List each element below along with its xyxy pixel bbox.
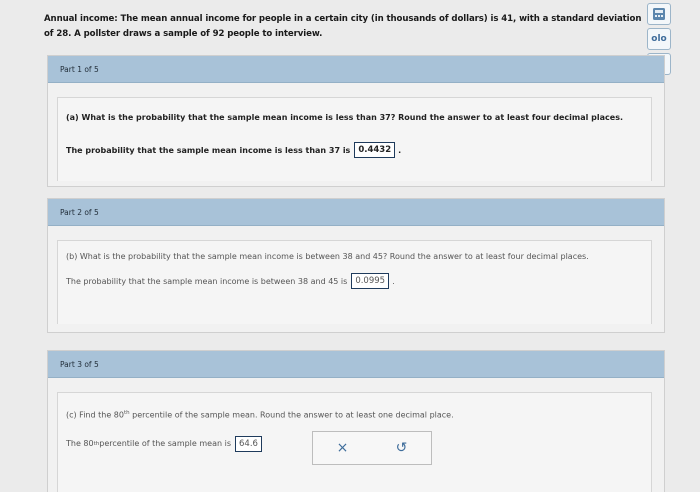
part-1-answer-line: The probability that the sample mean inc… bbox=[66, 142, 643, 158]
part-3: Part 3 of 5 (c) Find the 80th percentile… bbox=[47, 350, 665, 492]
problem-statement: Annual income: The mean annual income fo… bbox=[44, 12, 644, 42]
answer-actions: × ↺ bbox=[312, 431, 432, 465]
part-2-answer-input[interactable]: 0.0995 bbox=[351, 273, 390, 289]
part-3-header: Part 3 of 5 bbox=[48, 351, 664, 378]
problem-text: The mean annual income for people in a c… bbox=[44, 14, 642, 39]
part-2-question: (b) What is the probability that the sam… bbox=[66, 252, 589, 261]
part-1-answer-suffix: . bbox=[398, 145, 402, 155]
data-icon: olo bbox=[651, 34, 667, 44]
part-1-question: (a) What is the probability that the sam… bbox=[66, 113, 624, 122]
problem-lead: Annual income: bbox=[44, 14, 118, 24]
calculator-icon bbox=[653, 8, 665, 20]
part-2: Part 2 of 5 (b) What is the probability … bbox=[47, 198, 665, 333]
part-2-answer-line: The probability that the sample mean inc… bbox=[66, 273, 643, 289]
part-3-question-pre: (c) Find the 80 bbox=[66, 410, 124, 420]
part-2-body: (b) What is the probability that the sam… bbox=[57, 240, 652, 324]
part-2-header: Part 2 of 5 bbox=[48, 199, 664, 226]
part-3-answer-post: percentile of the sample mean is bbox=[99, 439, 231, 449]
part-3-question: (c) Find the 80th percentile of the samp… bbox=[66, 407, 643, 422]
part-1-header: Part 1 of 5 bbox=[48, 56, 664, 83]
calculator-button[interactable] bbox=[647, 3, 671, 25]
part-3-question-post: percentile of the sample mean. Round the… bbox=[129, 410, 454, 420]
part-3-answer-input[interactable]: 64.6 bbox=[235, 435, 262, 452]
clear-button[interactable]: × bbox=[337, 440, 349, 456]
part-3-answer-pre: The 80 bbox=[66, 439, 94, 449]
part-1-answer-input[interactable]: 0.4432 bbox=[354, 142, 396, 158]
page: Annual income: The mean annual income fo… bbox=[0, 0, 700, 492]
part-1-answer-prefix: The probability that the sample mean inc… bbox=[66, 145, 351, 155]
part-2-answer-prefix: The probability that the sample mean inc… bbox=[66, 276, 348, 286]
part-2-answer-suffix: . bbox=[392, 276, 395, 286]
undo-button[interactable]: ↺ bbox=[396, 440, 408, 456]
part-1-body: (a) What is the probability that the sam… bbox=[57, 97, 652, 181]
data-button[interactable]: olo bbox=[647, 28, 671, 50]
part-1: Part 1 of 5 (a) What is the probability … bbox=[47, 55, 665, 187]
